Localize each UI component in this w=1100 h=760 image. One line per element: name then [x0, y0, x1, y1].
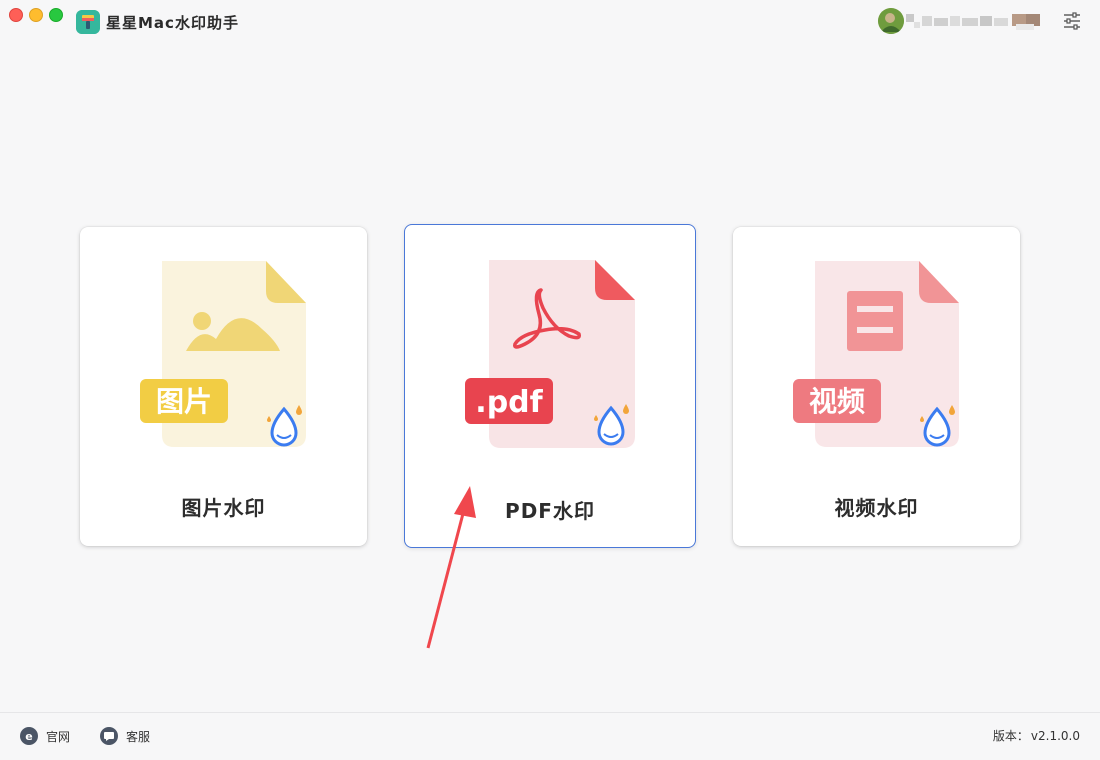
version-number: v2.1.0.0 [1030, 729, 1080, 743]
user-avatar[interactable] [878, 8, 904, 34]
pdf-file-icon: .pdf [463, 258, 639, 454]
video-badge-text: 视频 [809, 385, 865, 418]
app-window: 星星Mac水印助手 图片 图片水印 .pdf PDF水印 视频 视频水印 e 官… [0, 0, 1100, 760]
close-window-button[interactable] [9, 8, 23, 22]
version-label: 版本： [992, 729, 1029, 743]
video-file-icon: 视频 [791, 259, 961, 453]
video-watermark-card[interactable]: 视频 视频水印 [733, 227, 1020, 546]
official-site-link[interactable]: e 官网 [20, 725, 70, 747]
image-badge-text: 图片 [156, 385, 212, 418]
version-info: 版本： v2.1.0.0 [993, 727, 1080, 744]
image-file-icon: 图片 [138, 259, 308, 453]
chat-bubble-icon [100, 727, 118, 745]
pdf-badge-text: .pdf [475, 385, 543, 420]
video-watermark-label: 视频水印 [834, 496, 919, 520]
footer-divider [0, 712, 1100, 713]
browser-e-icon: e [20, 727, 38, 745]
zoom-window-button[interactable] [49, 8, 63, 22]
official-site-label: 官网 [46, 729, 71, 744]
pdf-watermark-card[interactable]: .pdf PDF水印 [404, 224, 696, 548]
minimize-window-button[interactable] [29, 8, 43, 22]
pdf-watermark-label: PDF水印 [505, 499, 595, 523]
image-watermark-label: 图片水印 [181, 496, 266, 520]
customer-service-label: 客服 [126, 729, 151, 744]
app-logo-icon [76, 10, 100, 34]
image-watermark-card[interactable]: 图片 图片水印 [80, 227, 367, 546]
title-bar: 星星Mac水印助手 [0, 0, 1100, 44]
app-title: 星星Mac水印助手 [106, 14, 239, 32]
settings-sliders-icon[interactable] [1062, 10, 1082, 32]
username-blurred[interactable] [906, 10, 1042, 32]
customer-service-link[interactable]: 客服 [100, 725, 150, 747]
